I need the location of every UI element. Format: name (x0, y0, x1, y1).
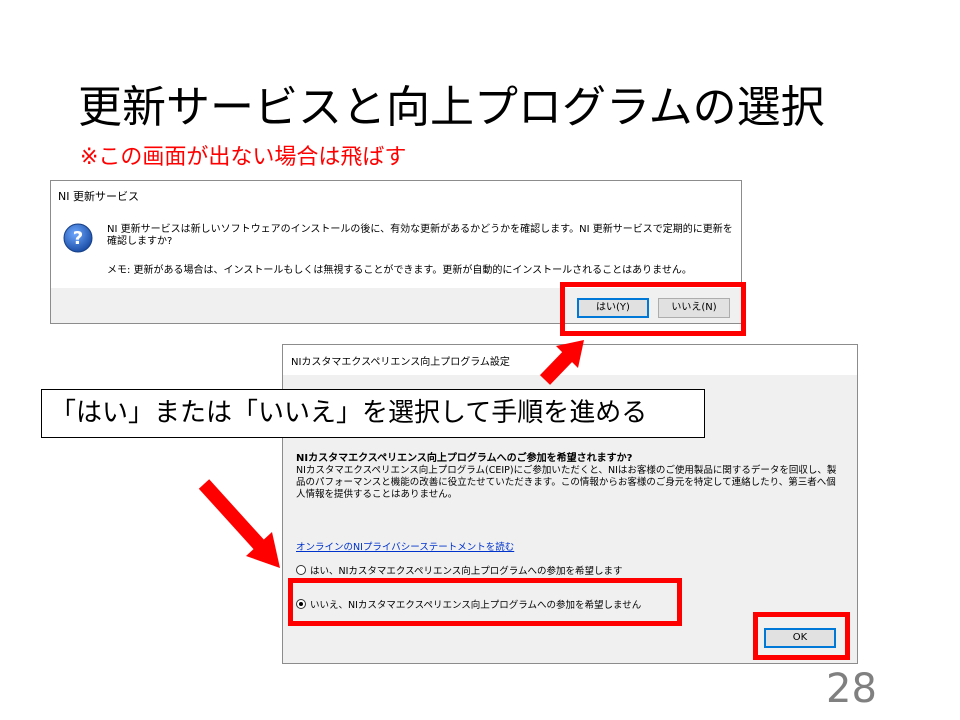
arrow-down-right-icon (198, 479, 280, 568)
arrow-up-right-icon (539, 340, 584, 385)
page-number: 28 (826, 666, 877, 712)
red-arrows (198, 340, 584, 568)
